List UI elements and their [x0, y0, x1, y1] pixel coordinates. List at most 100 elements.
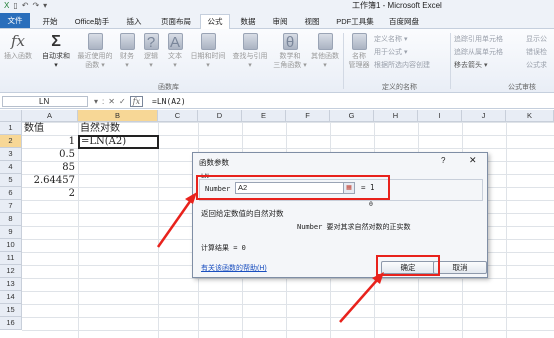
cell-a6[interactable]: 2: [22, 187, 78, 200]
use-in-formula-button[interactable]: 用于公式 ▾: [374, 48, 407, 58]
tab-data[interactable]: 数据: [236, 15, 260, 29]
insert-function-icon[interactable]: fx: [129, 96, 144, 107]
group-label-formula-auditing: 公式审核: [508, 84, 536, 91]
quick-access-toolbar: X ▯ ↶ ↷ ▾: [4, 1, 47, 11]
select-all-corner[interactable]: [0, 110, 22, 122]
excel-logo-icon: X: [4, 1, 10, 10]
column-header-g[interactable]: G: [330, 110, 374, 122]
recent-functions-button[interactable]: 最近使用的 函数 ▾: [76, 33, 114, 70]
financial-button[interactable]: 财务 ▾: [116, 33, 138, 70]
tab-insert[interactable]: 插入: [122, 15, 146, 29]
tab-file[interactable]: 文件: [0, 13, 30, 28]
row-header[interactable]: 6: [0, 187, 22, 200]
tab-review[interactable]: 审阅: [268, 15, 292, 29]
name-box-dropdown-icon[interactable]: ▾: [94, 97, 98, 106]
text-functions-button[interactable]: A 文本 ▾: [164, 33, 186, 70]
sum-icon: Σ: [51, 33, 61, 50]
evaluate-formula-button[interactable]: 公式求: [526, 61, 547, 71]
row-header[interactable]: 7: [0, 200, 22, 213]
enter-icon[interactable]: ✓: [119, 97, 126, 106]
row-header[interactable]: 11: [0, 252, 22, 265]
formula-input[interactable]: =LN(A2): [152, 96, 186, 107]
row-header[interactable]: 5: [0, 174, 22, 187]
function-description: 返回给定数值的自然对数: [201, 209, 284, 218]
column-header-c[interactable]: C: [158, 110, 198, 122]
more-functions-button[interactable]: 其他函数 ▾: [308, 33, 342, 70]
cell-a1[interactable]: 数值: [24, 122, 78, 135]
number-argument-input[interactable]: A2: [235, 182, 345, 194]
argument-result: = 1: [361, 183, 375, 192]
fx-icon: fx: [10, 32, 25, 50]
column-header-j[interactable]: J: [462, 110, 506, 122]
function-help-link[interactable]: 有关该函数的帮助(H): [201, 263, 267, 273]
row-header[interactable]: 12: [0, 265, 22, 278]
close-icon[interactable]: ✕: [469, 155, 477, 166]
row-header[interactable]: 8: [0, 213, 22, 226]
create-from-selection-button[interactable]: 根据所选内容创建: [374, 61, 430, 71]
column-header-i[interactable]: I: [418, 110, 462, 122]
tab-office-assistant[interactable]: Office助手: [70, 15, 114, 29]
cell-a5[interactable]: 2.64457: [22, 174, 78, 187]
row-header[interactable]: 9: [0, 226, 22, 239]
undo-icon[interactable]: ↶: [22, 1, 29, 11]
cell-a4[interactable]: 85: [22, 161, 78, 174]
column-header-b[interactable]: B: [78, 110, 158, 122]
row-header[interactable]: 14: [0, 291, 22, 304]
define-name-button[interactable]: 定义名称 ▾: [374, 35, 407, 45]
row-header[interactable]: 4: [0, 161, 22, 174]
formula-bar-buttons: ▾ : ✕ ✓ fx: [94, 95, 144, 108]
remove-arrows-button[interactable]: 移去箭头 ▾: [454, 61, 487, 71]
row-header[interactable]: 10: [0, 239, 22, 252]
ok-button[interactable]: 确定: [381, 261, 435, 274]
name-manager-icon: [351, 33, 367, 50]
cell-a2[interactable]: 1: [22, 135, 78, 148]
grid-line: [78, 122, 79, 338]
tab-view[interactable]: 视图: [300, 15, 324, 29]
row-header[interactable]: 16: [0, 317, 22, 330]
calculation-result: 计算结果 = 0: [201, 244, 246, 252]
name-manager-button[interactable]: 名称 管理器: [346, 33, 372, 70]
tab-formulas[interactable]: 公式: [200, 14, 230, 29]
insert-function-button[interactable]: fx 插入函数: [2, 33, 34, 61]
name-box[interactable]: LN: [2, 96, 88, 107]
column-header-a[interactable]: A: [22, 110, 78, 122]
show-formulas-button[interactable]: 显示公: [526, 35, 547, 45]
save-icon[interactable]: ▯: [13, 1, 17, 11]
redo-icon[interactable]: ↷: [32, 1, 39, 11]
help-icon[interactable]: ?: [441, 156, 445, 165]
finance-icon: [119, 33, 135, 50]
tab-home[interactable]: 开始: [37, 15, 63, 29]
error-checking-button[interactable]: 错误检: [526, 48, 547, 58]
logical-button[interactable]: ? 逻辑 ▾: [140, 33, 162, 70]
grid-line: [506, 122, 507, 338]
row-header[interactable]: 1: [0, 122, 22, 135]
datetime-button[interactable]: 日期和时间 ▾: [188, 33, 228, 70]
column-header-k[interactable]: K: [506, 110, 554, 122]
group-separator: [450, 33, 451, 89]
tab-baidu-netdisk[interactable]: 百度网盘: [384, 15, 424, 29]
cell-b1[interactable]: 自然对数: [80, 122, 158, 135]
lookup-icon: [242, 33, 258, 50]
tab-pdf-tools[interactable]: PDF工具集: [332, 15, 378, 29]
math-trig-button[interactable]: θ 数学和 三角函数 ▾: [272, 33, 308, 70]
collapse-dialog-icon[interactable]: ▦: [343, 182, 355, 194]
row-header[interactable]: 3: [0, 148, 22, 161]
column-header-d[interactable]: D: [198, 110, 242, 122]
trace-dependents-button[interactable]: 追踪从属单元格: [454, 48, 503, 58]
column-header-h[interactable]: H: [374, 110, 418, 122]
trace-precedents-button[interactable]: 追踪引用单元格: [454, 35, 503, 45]
row-header[interactable]: 15: [0, 304, 22, 317]
cell-b2-active[interactable]: =LN(A2): [78, 135, 159, 149]
window-title: 工作簿1 - Microsoft Excel: [352, 1, 442, 10]
column-header-e[interactable]: E: [242, 110, 286, 122]
customize-qat-icon[interactable]: ▾: [43, 1, 47, 11]
cell-a3[interactable]: 0.5: [22, 148, 78, 161]
row-header[interactable]: 13: [0, 278, 22, 291]
lookup-reference-button[interactable]: 查找与引用 ▾: [230, 33, 270, 70]
row-header[interactable]: 2: [0, 135, 22, 148]
column-header-f[interactable]: F: [286, 110, 330, 122]
autosum-button[interactable]: Σ 自动求和 ▾: [38, 33, 74, 70]
cancel-button[interactable]: 取消: [433, 261, 487, 274]
cancel-icon[interactable]: ✕: [108, 97, 115, 106]
tab-page-layout[interactable]: 页面布局: [156, 15, 196, 29]
